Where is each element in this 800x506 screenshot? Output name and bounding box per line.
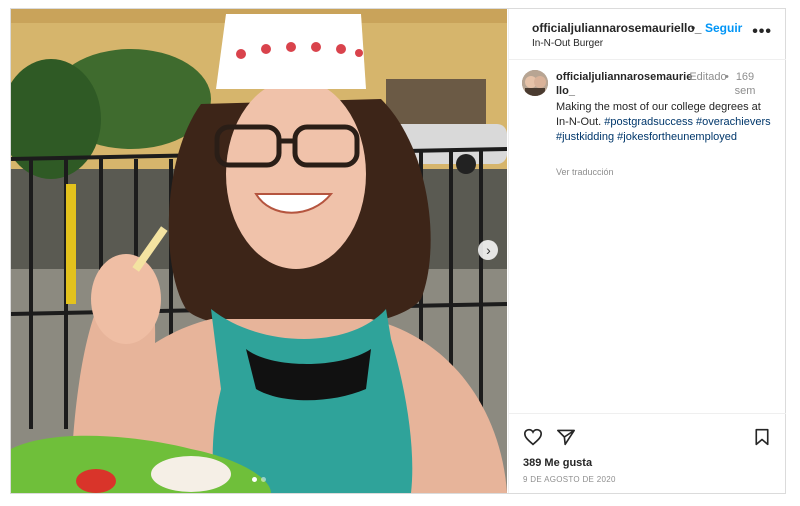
post-date[interactable]: 9 DE AGOSTO DE 2020 <box>523 475 616 484</box>
carousel-next-button[interactable]: › <box>478 240 498 260</box>
post-actions: 389 Me gusta 9 DE AGOSTO DE 2020 <box>509 413 786 494</box>
heart-icon[interactable] <box>523 428 543 451</box>
carousel-dot <box>261 477 266 482</box>
share-icon[interactable] <box>556 428 576 451</box>
post-location[interactable]: In-N-Out Burger <box>532 38 603 49</box>
avatar[interactable] <box>522 70 548 96</box>
bookmark-icon[interactable] <box>754 428 770 451</box>
hashtag-link[interactable]: #postgradsuccess <box>604 116 693 128</box>
author-username[interactable]: officialjuliannarosemauriello_ <box>532 21 701 35</box>
avatar-image <box>522 70 548 96</box>
caption-text: Making the most of our college degrees a… <box>556 100 776 145</box>
carousel-dot <box>252 477 257 482</box>
post-card: › officialjuliannarosemauriello_ • Segui… <box>10 8 786 494</box>
hashtag-link[interactable]: #jokesfortheunemployed <box>617 131 737 143</box>
carousel-indicator <box>11 477 507 482</box>
header-separator: • <box>691 21 696 35</box>
hashtag-link[interactable]: #overachievers <box>696 116 771 128</box>
translate-link[interactable]: Ver traducción <box>556 167 614 177</box>
photo-illustration <box>11 9 507 493</box>
comment-username[interactable]: officialjuliannarosemauriello_ <box>556 70 694 98</box>
likes-count[interactable]: 389 Me gusta <box>523 457 592 469</box>
more-icon[interactable]: ••• <box>752 23 772 41</box>
comment-timestamp[interactable]: 169 sem <box>733 70 757 98</box>
post-sidebar: officialjuliannarosemauriello_ • Seguir … <box>508 9 786 493</box>
hashtag-link[interactable]: #justkidding <box>556 131 614 143</box>
comment-separator: • <box>725 71 729 83</box>
chevron-right-icon: › <box>486 242 491 258</box>
follow-button[interactable]: Seguir <box>705 21 742 35</box>
post-header: officialjuliannarosemauriello_ • Seguir … <box>509 9 786 60</box>
edited-label: Editado <box>689 71 727 83</box>
post-photo[interactable]: › <box>11 9 507 493</box>
